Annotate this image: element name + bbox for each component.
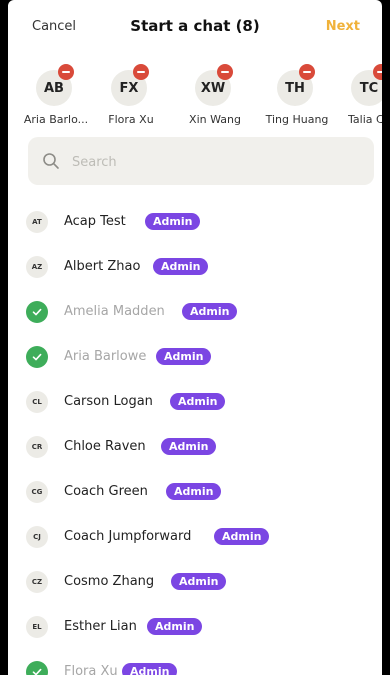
avatar: CL <box>26 391 48 413</box>
avatar: CR <box>26 436 48 458</box>
selected-member[interactable]: TH Ting Huang <box>257 64 337 131</box>
list-item[interactable]: Amelia Madden Admin <box>8 290 382 334</box>
selected-members-strip[interactable]: AB Aria Barlo... FX Flora Xu XW Xin Wang… <box>8 60 382 132</box>
contact-name: Carson Logan <box>64 394 153 409</box>
selected-member[interactable]: AB Aria Barlo... <box>16 64 96 131</box>
header: Cancel Start a chat (8) Next <box>8 0 382 60</box>
contact-name: Albert Zhao <box>64 259 141 274</box>
selected-member-name: Ting Huang <box>265 113 329 126</box>
admin-badge: Admin <box>171 573 227 590</box>
selected-member[interactable]: XW Xin Wang <box>175 64 255 131</box>
remove-icon[interactable] <box>133 64 149 80</box>
list-item[interactable]: Aria Barlowe Admin <box>8 335 382 379</box>
contact-name: Flora Xu <box>64 664 118 675</box>
avatar: CJ <box>26 526 48 548</box>
remove-icon[interactable] <box>373 64 382 80</box>
admin-badge: Admin <box>170 393 226 410</box>
admin-badge: Admin <box>182 303 238 320</box>
contact-name: Aria Barlowe <box>64 349 147 364</box>
admin-badge: Admin <box>122 663 178 675</box>
selected-member-name: Aria Barlo... <box>23 113 89 126</box>
check-icon <box>26 661 48 675</box>
search-icon <box>43 153 59 169</box>
admin-badge: Admin <box>147 618 203 635</box>
list-item[interactable]: AT Acap Test Admin <box>8 200 382 244</box>
contact-name: Esther Lian <box>64 619 137 634</box>
selected-member-name: Talia C <box>348 113 382 126</box>
admin-badge: Admin <box>161 438 217 455</box>
avatar: CG <box>26 481 48 503</box>
selected-member[interactable]: FX Flora Xu <box>91 64 171 131</box>
list-item[interactable]: CJ Coach Jumpforward Admin <box>8 515 382 559</box>
list-item[interactable]: AZ Albert Zhao Admin <box>8 245 382 289</box>
avatar: CZ <box>26 571 48 593</box>
remove-icon[interactable] <box>217 64 233 80</box>
selected-member-name: Flora Xu <box>108 113 154 126</box>
remove-icon[interactable] <box>299 64 315 80</box>
contact-name: Amelia Madden <box>64 304 165 319</box>
check-icon <box>26 301 48 323</box>
admin-badge: Admin <box>156 348 212 365</box>
contact-name: Chloe Raven <box>64 439 146 454</box>
selected-member-name: Xin Wang <box>189 113 241 126</box>
list-item[interactable]: CZ Cosmo Zhang Admin <box>8 560 382 604</box>
list-item[interactable]: EL Esther Lian Admin <box>8 605 382 649</box>
contact-name: Cosmo Zhang <box>64 574 155 589</box>
contact-name: Acap Test <box>64 214 126 229</box>
contact-name: Coach Jumpforward <box>64 529 192 544</box>
admin-badge: Admin <box>166 483 222 500</box>
list-item[interactable]: CL Carson Logan Admin <box>8 380 382 424</box>
contact-name: Coach Green <box>64 484 148 499</box>
list-item[interactable]: CG Coach Green Admin <box>8 470 382 514</box>
list-item[interactable]: CR Chloe Raven Admin <box>8 425 382 469</box>
search-input[interactable] <box>70 137 364 187</box>
remove-icon[interactable] <box>58 64 74 80</box>
admin-badge: Admin <box>145 213 201 230</box>
start-chat-screen: Cancel Start a chat (8) Next AB Aria Bar… <box>8 0 382 675</box>
avatar: AT <box>26 211 48 233</box>
search-bar[interactable] <box>28 137 374 187</box>
check-icon <box>26 346 48 368</box>
list-item[interactable]: Flora Xu Admin <box>8 650 382 675</box>
next-button[interactable]: Next <box>326 19 360 34</box>
admin-badge: Admin <box>153 258 209 275</box>
avatar: AZ <box>26 256 48 278</box>
admin-badge: Admin <box>214 528 270 545</box>
avatar: EL <box>26 616 48 638</box>
selected-member[interactable]: TC Talia C <box>331 64 382 131</box>
